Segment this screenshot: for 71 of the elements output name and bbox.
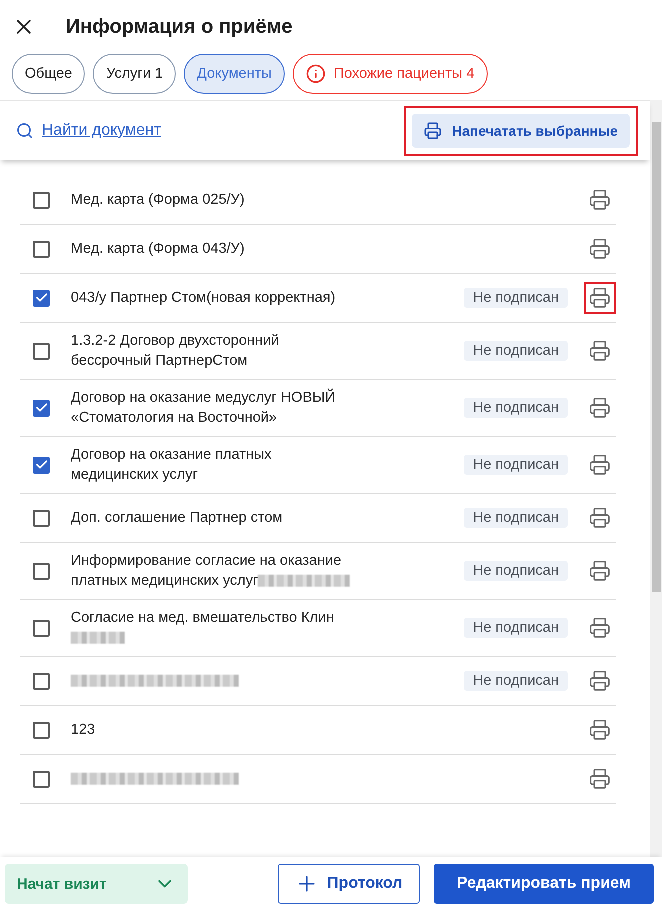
document-name: Договор на оказание платных медицинских услуг: [71, 446, 273, 485]
checkbox[interactable]: [33, 456, 50, 474]
printer-icon: [589, 287, 611, 309]
status-badge: Не подписан: [464, 561, 568, 581]
printer-icon: [589, 507, 611, 529]
document-name: 123: [71, 721, 96, 740]
document-name: Согласие на мед. вмешательство Клин: [71, 610, 334, 626]
checkbox[interactable]: [33, 722, 50, 738]
document-name: 1.3.2-2 Договор двухсторонний бессрочный ПартнерСтом: [71, 332, 280, 371]
checkbox[interactable]: [33, 400, 50, 416]
print-button[interactable]: [587, 395, 613, 421]
check-icon: [34, 458, 48, 472]
print-selected-button[interactable]: Напечатать выбранные: [412, 114, 630, 148]
visit-status-dropdown[interactable]: Начат визит: [5, 864, 188, 904]
checkbox[interactable]: [33, 620, 50, 636]
printer-icon: [589, 238, 611, 260]
window-title: Информация о приёме: [66, 16, 293, 38]
status-badge: Не подписан: [464, 508, 568, 528]
checkbox[interactable]: [33, 240, 50, 258]
checkbox[interactable]: [33, 770, 50, 788]
scrollbar[interactable]: [650, 100, 662, 857]
print-button[interactable]: [587, 766, 613, 792]
print-button[interactable]: [587, 236, 613, 262]
checkbox[interactable]: [33, 672, 50, 690]
checkbox[interactable]: [33, 510, 50, 526]
status-badge: Не подписан: [464, 671, 568, 691]
check-icon: [34, 401, 48, 415]
print-button[interactable]: [587, 615, 613, 641]
status-badge: Не подписан: [464, 288, 568, 308]
printer-icon: [589, 768, 611, 790]
find-document-link[interactable]: Найти документ: [16, 122, 162, 140]
tab[interactable]: Общее: [12, 54, 86, 94]
status-badge: Не подписан: [464, 618, 568, 638]
document-name: 043/у Партнер Стом(новая корректная): [71, 289, 337, 308]
printer-icon: [589, 397, 611, 419]
print-button[interactable]: [587, 338, 613, 364]
checkbox[interactable]: [33, 342, 50, 360]
checkbox[interactable]: [33, 562, 50, 580]
tab[interactable]: Услуги 1: [93, 54, 176, 94]
status-badge: Не подписан: [464, 341, 568, 361]
edit-appointment-button[interactable]: Редактировать прием: [434, 864, 654, 904]
tab[interactable]: Похожие пациенты 4: [292, 54, 488, 94]
printer-icon: [589, 454, 611, 476]
document-name: Мед. карта (Форма 025/У): [71, 191, 246, 210]
status-badge: Не подписан: [464, 455, 568, 475]
printer-icon: [424, 122, 442, 140]
check-icon: [34, 291, 48, 305]
printer-icon: [589, 670, 611, 692]
protocol-button[interactable]: Протокол: [278, 864, 420, 904]
tab[interactable]: Документы: [184, 54, 285, 94]
print-button[interactable]: [587, 505, 613, 531]
info-icon: [306, 64, 326, 84]
checkbox[interactable]: [33, 192, 50, 208]
document-name: Доп. соглашение Партнер стом: [71, 509, 284, 528]
status-badge: Не подписан: [464, 398, 568, 418]
printer-icon: [589, 719, 611, 741]
print-button[interactable]: [587, 717, 613, 743]
printer-icon: [589, 617, 611, 639]
printer-icon: [589, 560, 611, 582]
print-button[interactable]: [587, 187, 613, 213]
search-icon: [16, 122, 34, 140]
document-name: Договор на оказание медуслуг НОВЫЙ «Стоматология на Восточной»: [71, 388, 337, 428]
redacted-text: [71, 632, 125, 644]
printer-icon: [589, 189, 611, 211]
print-button[interactable]: [587, 558, 613, 584]
printer-icon: [589, 340, 611, 362]
checkbox[interactable]: [33, 290, 50, 306]
document-name: Мед. карта (Форма 043/У): [71, 240, 246, 259]
print-button[interactable]: [587, 452, 613, 478]
document-name: Информирование согласие на оказание платных медицинских услуг: [71, 551, 371, 591]
print-button[interactable]: [587, 668, 613, 694]
